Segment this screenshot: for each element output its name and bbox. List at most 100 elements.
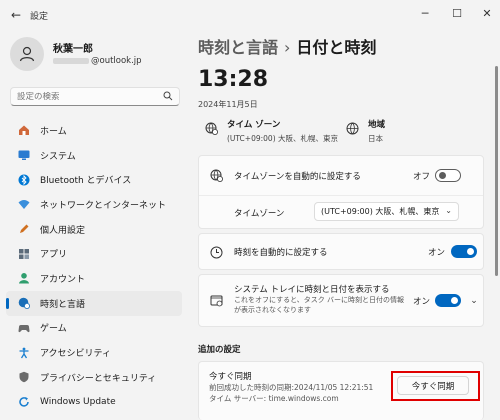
app-title: 設定: [30, 12, 49, 22]
settings-window: ← 設定 ─ ☐ ✕ 秋葉一郎 @outlook.jp ホームシステム Bluet…: [0, 0, 500, 420]
section-title: 追加の設定: [198, 345, 241, 355]
auto-time-state: オン: [428, 248, 446, 258]
timezone-info: タイム ゾーン (UTC+09:00) 大阪、札幌、東京: [204, 118, 338, 144]
current-time: 13:28: [198, 67, 269, 92]
sidebar-item-label: ネットワークとインターネット: [40, 200, 167, 211]
clock-icon: [209, 245, 223, 259]
auto-time-card: 時刻を自動的に設定する オン: [198, 233, 484, 270]
region-info: 地域 日本: [345, 118, 385, 144]
sidebar-item[interactable]: ネットワークとインターネット: [6, 192, 182, 217]
profile-name: 秋葉一郎: [53, 44, 93, 55]
sidebar-item[interactable]: ホーム: [6, 118, 182, 143]
auto-timezone-toggle[interactable]: [435, 169, 461, 182]
bluetooth-icon: [17, 173, 31, 187]
sidebar-item-label: 個人用設定: [40, 225, 86, 236]
sidebar-item-label: Windows Update: [40, 396, 116, 407]
tray-clock-card: システム トレイに時刻と日付を表示する これをオフにすると、タスク バーに時刻と…: [198, 274, 484, 327]
globe-icon: [345, 121, 359, 135]
auto-timezone-row: タイムゾーンを自動的に設定する オフ: [199, 156, 483, 195]
home-icon: [17, 123, 31, 137]
toggle-knob: [467, 248, 474, 255]
auto-timezone-state: オフ: [413, 172, 431, 182]
search-box[interactable]: [10, 87, 180, 106]
sidebar-item[interactable]: アカウント: [6, 266, 182, 291]
close-icon: ✕: [482, 6, 492, 20]
current-date: 2024年11月5日: [198, 100, 258, 109]
sidebar-item[interactable]: Windows Update: [6, 390, 182, 415]
timezone-select-label: タイムゾーン: [234, 209, 285, 219]
globe-clock-icon: [209, 168, 223, 182]
sidebar-item-label: ホーム: [40, 126, 67, 137]
wifi-icon: [17, 197, 31, 211]
scrollbar[interactable]: [495, 66, 498, 276]
account-icon: [17, 271, 31, 285]
maximize-button[interactable]: ☐: [442, 2, 472, 24]
sidebar-item-label: アプリ: [40, 250, 68, 261]
monitor-icon: [17, 148, 31, 162]
tray-clock-expand-button[interactable]: ⌄: [465, 292, 483, 310]
page-title: 日付と時刻: [296, 38, 377, 57]
region-value: 日本: [368, 134, 383, 143]
sidebar-item[interactable]: Bluetooth とデバイス: [6, 167, 182, 192]
auto-time-label: 時刻を自動的に設定する: [234, 248, 328, 258]
globe-clock-icon: [204, 121, 218, 135]
sidebar-item-label: アクセシビリティ: [40, 349, 112, 360]
search-icon[interactable]: [163, 91, 173, 104]
sidebar-item[interactable]: システム: [6, 143, 182, 168]
tray-clock-state: オン: [413, 297, 431, 307]
tray-clock-toggle[interactable]: [435, 294, 461, 307]
profile-email: @outlook.jp: [53, 56, 142, 66]
timezone-value: (UTC+09:00) 大阪、札幌、東京: [227, 134, 339, 143]
sidebar-item-label: 時刻と言語: [40, 299, 86, 310]
globe-clock-icon: [17, 296, 31, 310]
sidebar-item[interactable]: 個人用設定: [6, 217, 182, 242]
minimize-button[interactable]: ─: [410, 2, 440, 24]
update-icon: [17, 395, 31, 409]
sidebar-item[interactable]: ゲーム: [6, 316, 182, 341]
title-bar: ← 設定 ─ ☐ ✕: [0, 0, 500, 30]
email-domain: @outlook.jp: [91, 56, 142, 66]
shield-icon: [17, 370, 31, 384]
taskbar-clock-icon: [209, 293, 223, 307]
region-title: 地域: [368, 120, 386, 130]
sidebar-item-label: システム: [40, 151, 76, 162]
tray-clock-label: システム トレイに時刻と日付を表示する: [234, 285, 390, 295]
sidebar-item[interactable]: アプリ: [6, 241, 182, 266]
back-button[interactable]: ←: [6, 6, 26, 24]
auto-timezone-card: タイムゾーンを自動的に設定する オフ タイムゾーン (UTC+09:00) 大阪…: [198, 155, 484, 229]
minimize-icon: ─: [421, 6, 429, 20]
back-arrow-icon: ←: [10, 8, 22, 22]
timezone-dropdown-value: (UTC+09:00) 大阪、札幌、東京: [321, 207, 440, 216]
sidebar-item[interactable]: アクセシビリティ: [6, 340, 182, 365]
breadcrumb-parent[interactable]: 時刻と言語: [198, 38, 278, 57]
maximize-icon: ☐: [452, 6, 462, 20]
chevron-down-icon: ⌄: [445, 206, 452, 215]
timezone-dropdown[interactable]: (UTC+09:00) 大阪、札幌、東京 ⌄: [314, 202, 459, 221]
breadcrumb-separator: ›: [284, 38, 291, 57]
timezone-title: タイム ゾーン: [227, 120, 281, 130]
time-server-text: タイム サーバー: time.windows.com: [209, 394, 339, 403]
close-button[interactable]: ✕: [472, 2, 500, 24]
chevron-down-icon: ⌄: [470, 296, 478, 306]
accessibility-icon: [17, 346, 31, 360]
apps-icon: [17, 247, 31, 261]
sidebar-item[interactable]: プライバシーとセキュリティ: [6, 365, 182, 390]
sidebar-nav: ホームシステム Bluetooth とデバイスネットワークとインターネット 個人用設…: [6, 118, 182, 414]
auto-time-toggle[interactable]: [451, 245, 477, 258]
breadcrumb: 時刻と言語 › 日付と時刻: [198, 34, 376, 58]
gamepad-icon: [17, 321, 31, 335]
avatar[interactable]: [10, 37, 44, 71]
user-icon: [19, 46, 35, 62]
toggle-knob: [439, 172, 446, 179]
sidebar-item-label: Bluetooth とデバイス: [40, 176, 132, 187]
search-input[interactable]: [17, 91, 157, 102]
sync-title: 今すぐ同期: [209, 372, 252, 382]
toggle-knob: [451, 297, 458, 304]
sidebar-item-label: プライバシーとセキュリティ: [40, 373, 157, 384]
sidebar-item-label: ゲーム: [40, 324, 67, 335]
auto-timezone-label: タイムゾーンを自動的に設定する: [234, 172, 361, 182]
last-sync-text: 前回成功した時刻の同期:2024/11/05 12:21:51: [209, 383, 374, 392]
sidebar-item[interactable]: 時刻と言語: [6, 290, 182, 316]
pen-icon: [17, 222, 31, 236]
highlight-annotation: [391, 371, 480, 401]
